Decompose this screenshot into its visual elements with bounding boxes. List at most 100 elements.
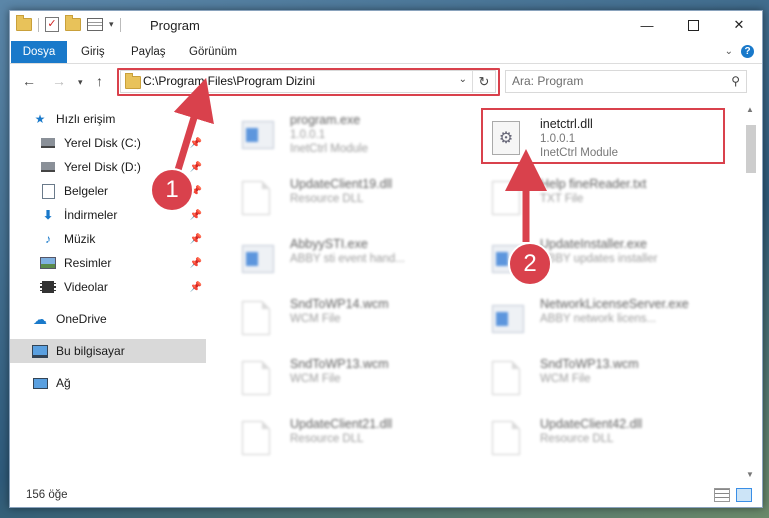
tab-file[interactable]: Dosya <box>11 41 67 63</box>
ribbon-tabs: Dosya Giriş Paylaş Görünüm ⌄ ? <box>10 41 762 64</box>
list-item[interactable]: AbbyySTI.exe ABBY sti event hand... <box>226 229 476 281</box>
address-highlight-box <box>117 68 500 96</box>
star-icon: ★ <box>34 112 46 126</box>
window-controls: — ✕ <box>624 11 762 39</box>
sidebar-item-local-disk-c[interactable]: Yerel Disk (C:) 📌 <box>10 131 206 155</box>
minimize-button[interactable]: — <box>624 11 670 39</box>
pin-icon: 📌 <box>189 161 202 173</box>
address-row: ← → ▾ ↑ C:\Program Files\Program Dizini … <box>10 64 762 98</box>
close-icon: ✕ <box>733 17 745 32</box>
explorer-window: ✓ ▾ Program — ✕ Dosya Giriş Paylaş Görün… <box>9 10 763 508</box>
close-button[interactable]: ✕ <box>716 11 762 39</box>
document-icon <box>40 183 56 199</box>
pin-icon: 📌 <box>189 281 202 293</box>
window-title: Program <box>150 18 200 33</box>
folder-icon <box>16 15 32 31</box>
item-count: 156 öğe <box>26 489 68 501</box>
sidebar-item-this-pc[interactable]: Bu bilgisayar <box>10 339 206 363</box>
tiles-view-icon[interactable] <box>736 488 752 502</box>
app-icon <box>242 117 274 151</box>
pin-icon: 📌 <box>189 233 202 245</box>
list-item[interactable]: SndToWP13.wcm WCM File <box>226 349 476 401</box>
document-icon <box>492 361 522 395</box>
tab-share[interactable]: Paylaş <box>131 41 166 63</box>
properties-icon[interactable] <box>87 18 103 31</box>
list-item[interactable]: UpdateClient21.dll Resource DLL <box>226 409 476 461</box>
search-icon[interactable]: ⚲ <box>731 74 740 88</box>
new-folder-icon[interactable] <box>65 15 81 31</box>
scroll-up-icon[interactable]: ▲ <box>746 105 754 114</box>
quick-access-toolbar: ✓ ▾ <box>16 15 121 32</box>
sidebar-item-label: İndirmeler <box>64 208 118 222</box>
sidebar-item-label: Yerel Disk (D:) <box>64 160 141 174</box>
tab-home[interactable]: Giriş <box>81 41 105 63</box>
document-icon <box>492 181 522 215</box>
ribbon-right-controls: ⌄ ? <box>725 45 754 58</box>
sidebar-item-label: Hızlı erişim <box>56 112 116 126</box>
view-switcher <box>714 488 752 502</box>
pin-icon: 📌 <box>189 137 202 149</box>
picture-icon <box>40 256 56 270</box>
sidebar-item-label: Müzik <box>64 232 96 246</box>
document-icon <box>242 361 272 395</box>
pin-icon: 📌 <box>189 257 202 269</box>
up-arrow-icon[interactable]: ↑ <box>96 73 103 89</box>
app-icon <box>492 301 524 335</box>
drive-icon <box>40 136 56 150</box>
sidebar-item-label: OneDrive <box>56 312 107 326</box>
list-item[interactable]: SndToWP13.wcm WCM File <box>476 349 726 401</box>
document-icon <box>492 421 522 455</box>
music-note-icon: ♪ <box>45 232 51 246</box>
list-item[interactable]: Help fineReader.txt TXT File <box>476 169 726 221</box>
navigation-pane: ★ Hızlı erişim Yerel Disk (C:) 📌 Yerel D… <box>10 101 206 471</box>
scroll-down-icon[interactable]: ▼ <box>746 470 754 479</box>
status-bar: 156 öğe <box>10 483 762 507</box>
sidebar-item-label: Bu bilgisayar <box>56 344 125 358</box>
drive-icon <box>40 160 56 174</box>
computer-icon <box>32 344 48 358</box>
download-arrow-icon: ⬇ <box>42 208 54 222</box>
sidebar-item-music[interactable]: ♪ Müzik 📌 <box>10 227 206 251</box>
maximize-button[interactable] <box>670 11 716 39</box>
expand-ribbon-icon[interactable]: ⌄ <box>725 46 733 57</box>
list-item[interactable]: UpdateClient19.dll Resource DLL <box>226 169 476 221</box>
sidebar-item-label: Yerel Disk (C:) <box>64 136 141 150</box>
sidebar-item-onedrive[interactable]: ☁ OneDrive <box>10 307 206 331</box>
help-icon[interactable]: ? <box>741 45 754 58</box>
list-item[interactable]: UpdateClient42.dll Resource DLL <box>476 409 726 461</box>
sidebar-item-pictures[interactable]: Resimler 📌 <box>10 251 206 275</box>
minimize-icon: — <box>640 17 654 33</box>
recent-locations-icon[interactable]: ▾ <box>78 77 83 88</box>
search-box[interactable]: Ara: Program ⚲ <box>505 70 747 93</box>
document-icon <box>242 181 272 215</box>
back-arrow-icon[interactable]: ← <box>22 73 36 89</box>
cloud-icon: ☁ <box>33 310 47 327</box>
details-view-icon[interactable] <box>714 488 730 502</box>
document-icon <box>242 301 272 335</box>
maximize-icon <box>687 19 699 31</box>
title-bar: ✓ ▾ Program — ✕ <box>10 11 762 41</box>
scroll-thumb[interactable] <box>746 125 756 173</box>
tab-view[interactable]: Görünüm <box>189 41 237 63</box>
sidebar-item-videos[interactable]: Videolar 📌 <box>10 275 206 299</box>
properties-check-icon[interactable]: ✓ <box>45 17 59 32</box>
sidebar-item-quick-access[interactable]: ★ Hızlı erişim <box>10 107 206 131</box>
pin-icon: 📌 <box>189 209 202 221</box>
app-icon <box>242 241 274 275</box>
step-2-badge: 2 <box>508 242 552 286</box>
list-item[interactable]: SndToWP14.wcm WCM File <box>226 289 476 341</box>
customize-dropdown-icon[interactable]: ▾ <box>109 19 114 30</box>
divider <box>119 17 121 32</box>
document-icon <box>242 421 272 455</box>
list-item[interactable]: program.exe 1.0.0.1 InetCtrl Module <box>226 105 476 157</box>
film-icon <box>40 280 56 294</box>
search-input[interactable]: Ara: Program <box>512 74 583 88</box>
sidebar-item-label: Belgeler <box>64 184 109 198</box>
sidebar-item-label: Videolar <box>64 280 108 294</box>
step-1-badge: 1 <box>150 168 194 212</box>
sidebar-item-label: Ağ <box>56 376 71 390</box>
forward-arrow-icon[interactable]: → <box>52 73 66 89</box>
sidebar-item-network[interactable]: Ağ <box>10 371 206 395</box>
list-item[interactable]: NetworkLicenseServer.exe ABBY network li… <box>476 289 726 341</box>
vertical-scrollbar[interactable]: ▲ ▼ <box>744 101 758 479</box>
